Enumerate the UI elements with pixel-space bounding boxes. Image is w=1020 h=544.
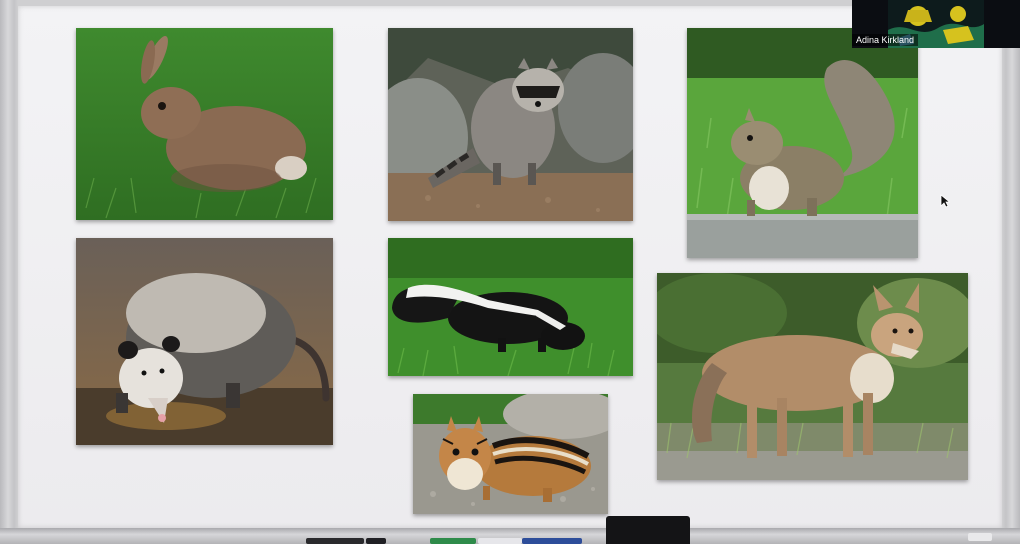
coyote-photo (657, 273, 968, 480)
chipmunk-photo (413, 394, 608, 514)
blue-marker (522, 538, 582, 544)
mouse-cursor-icon (940, 194, 950, 208)
squirrel-photo (687, 28, 918, 258)
skunk-photo (388, 238, 633, 376)
black-marker (306, 538, 364, 544)
participant-name: Adina Kirkland (852, 34, 919, 46)
rabbit-photo (76, 28, 333, 220)
green-marker (430, 538, 476, 544)
whiteboard-eraser (606, 516, 690, 544)
raccoon-photo (388, 28, 633, 221)
black-marker-2 (366, 538, 386, 544)
opossum-photo (76, 238, 333, 445)
participant-video-tile[interactable]: Adina Kirkland (852, 0, 1020, 48)
tray-label (968, 533, 992, 541)
white-marker (478, 538, 522, 544)
